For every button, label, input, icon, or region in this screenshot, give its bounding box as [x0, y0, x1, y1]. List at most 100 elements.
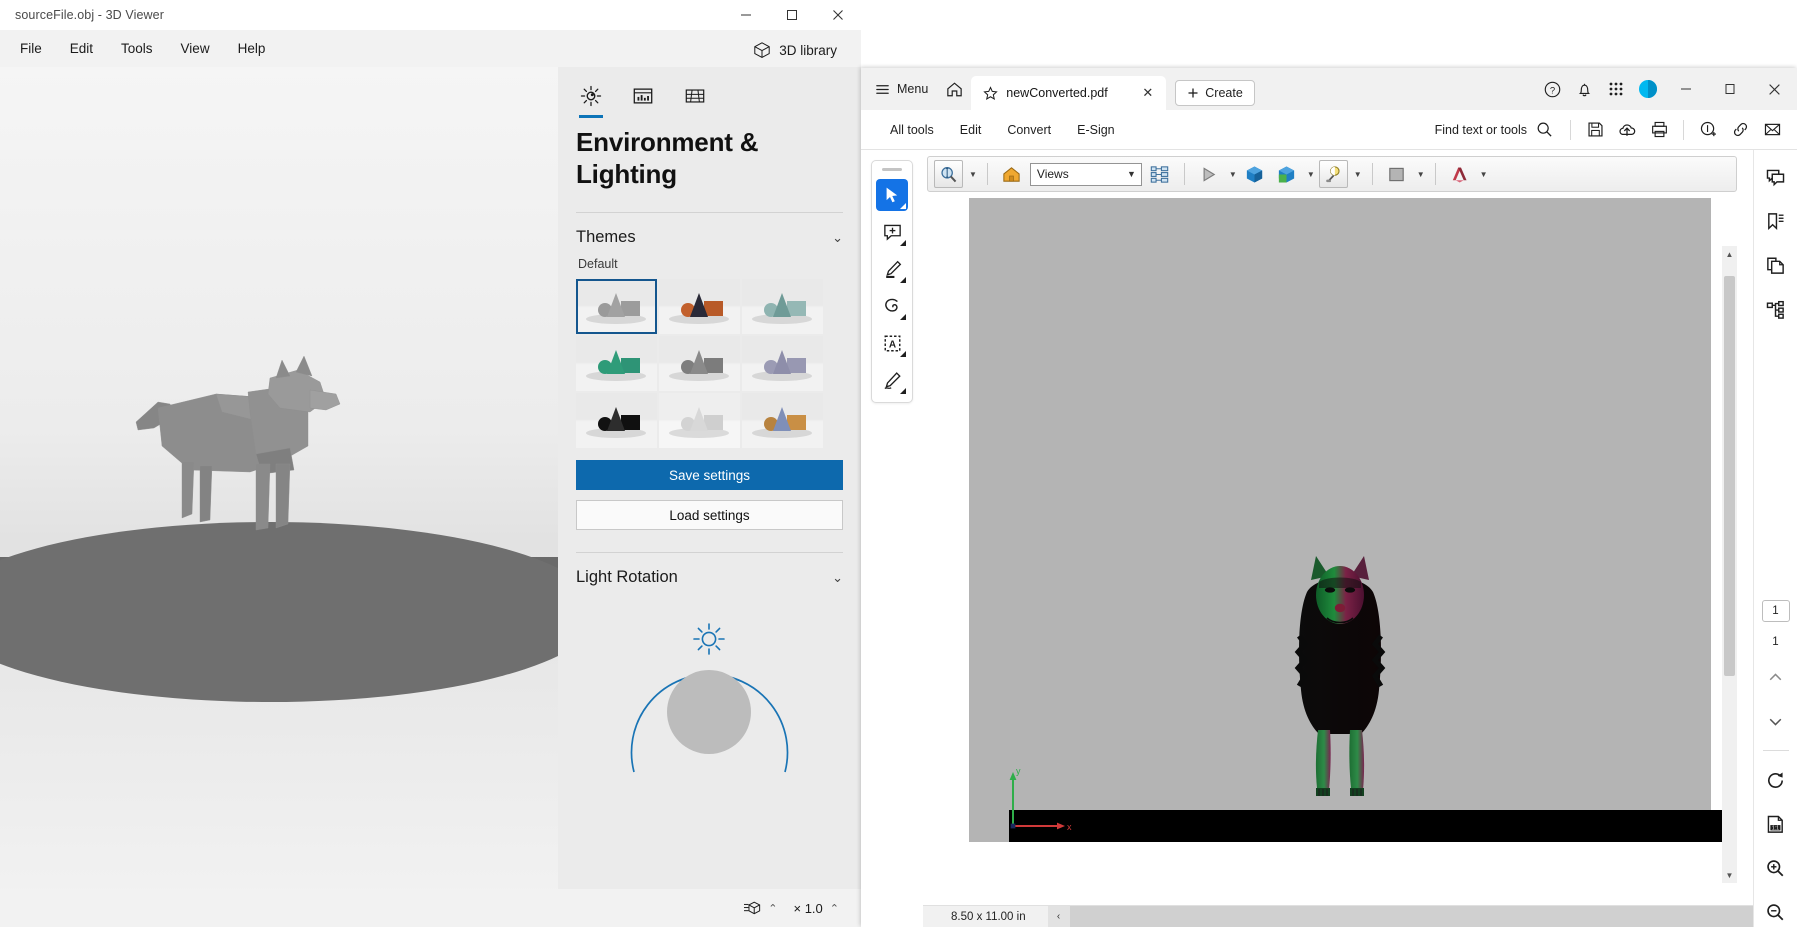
rotate-page-icon[interactable]	[1761, 765, 1791, 795]
upload-cloud-icon[interactable]	[1612, 115, 1642, 145]
share-link-icon[interactable]	[1725, 115, 1755, 145]
cross-section-caret[interactable]: ▼	[1307, 170, 1315, 179]
save-icon[interactable]	[1580, 115, 1610, 145]
document-tab[interactable]: newConverted.pdf ✕	[971, 76, 1167, 110]
home-button[interactable]	[938, 68, 971, 110]
background-color-button[interactable]	[1383, 160, 1411, 188]
render-mode-caret[interactable]: ▼	[1480, 170, 1488, 179]
theme-swatch-theme-green[interactable]	[576, 336, 657, 392]
model-detail-control[interactable]: ⌃	[737, 896, 783, 920]
theme-swatch-theme-lavender[interactable]	[742, 336, 823, 392]
svg-text:A: A	[888, 339, 895, 350]
minimize-button[interactable]	[723, 0, 769, 30]
menu-view[interactable]: View	[167, 36, 224, 62]
zoom-in-icon[interactable]	[1761, 853, 1791, 883]
select-tool[interactable]	[876, 179, 908, 211]
esign-button[interactable]: E-Sign	[1064, 118, 1128, 142]
theme-swatch-theme-gray-light[interactable]	[576, 279, 657, 335]
menu-file[interactable]: File	[6, 36, 56, 62]
theme-swatch-theme-gray-mid[interactable]	[659, 336, 740, 392]
text-edit-tool[interactable]: A	[876, 327, 908, 359]
maximize-button[interactable]	[769, 0, 815, 30]
add-stamp-icon[interactable]	[1693, 115, 1723, 145]
load-settings-button[interactable]: Load settings	[576, 500, 843, 531]
background-caret[interactable]: ▼	[1417, 170, 1425, 179]
email-icon[interactable]	[1757, 115, 1787, 145]
views-select[interactable]: Views ▼	[1029, 162, 1142, 186]
actual-size-icon[interactable]: 1:1	[1761, 809, 1791, 839]
light-rotation-dial[interactable]	[576, 607, 843, 777]
convert-button[interactable]: Convert	[994, 118, 1064, 142]
zoom-control[interactable]: × 1.0 ⌃	[788, 897, 846, 920]
layers-panel-icon[interactable]	[1761, 294, 1791, 324]
theme-swatch-theme-orange[interactable]	[659, 279, 740, 335]
all-tools-button[interactable]: All tools	[877, 118, 947, 142]
menu-help[interactable]: Help	[224, 36, 280, 62]
scroll-down-button[interactable]: ▼	[1722, 867, 1737, 883]
theme-swatch-theme-white[interactable]	[659, 393, 740, 449]
rotate-tool-caret[interactable]: ▼	[969, 170, 977, 179]
acrobat-minimize-button[interactable]	[1665, 68, 1707, 110]
close-tab-button[interactable]: ✕	[1137, 83, 1158, 103]
3d-viewport[interactable]	[0, 67, 558, 927]
menu-tools[interactable]: Tools	[107, 36, 167, 62]
acrobat-maximize-button[interactable]	[1709, 68, 1751, 110]
notification-bell-icon[interactable]	[1569, 74, 1599, 104]
draw-tool[interactable]	[876, 290, 908, 322]
pdf-scroll-thumb[interactable]	[1724, 276, 1735, 676]
highlight-tool[interactable]	[876, 253, 908, 285]
cross-section-button[interactable]	[1273, 160, 1301, 188]
save-settings-button[interactable]: Save settings	[576, 460, 843, 491]
rail-drag-handle[interactable]	[882, 168, 902, 171]
find-tools-button[interactable]: Find text or tools	[1427, 117, 1561, 142]
horizontal-scroll-track[interactable]	[1069, 905, 1753, 927]
play-caret[interactable]: ▼	[1229, 170, 1237, 179]
3d-library-button[interactable]: 3D library	[745, 36, 845, 64]
lighting-caret[interactable]: ▼	[1354, 170, 1362, 179]
pdf-page[interactable]: y x ▲ ▼	[927, 198, 1737, 905]
scroll-up-button[interactable]: ▲	[1722, 246, 1737, 262]
section-light-rotation-title: Light Rotation	[576, 568, 678, 587]
theme-swatch-theme-colorful[interactable]	[742, 393, 823, 449]
close-button[interactable]	[815, 0, 861, 30]
grid-icon	[684, 85, 706, 107]
menu-button[interactable]: Menu	[861, 68, 938, 110]
edit-button[interactable]: Edit	[947, 118, 995, 142]
pdf-3d-toolbar: ▼ Views ▼ ▼ ▼ ▼ ▼ ▼	[927, 156, 1737, 192]
pdf-vertical-scrollbar[interactable]: ▲ ▼	[1722, 246, 1737, 883]
lighting-button[interactable]	[1318, 160, 1348, 188]
rotate-3d-tool-button[interactable]	[934, 160, 963, 188]
embedded-3d-view[interactable]: y x	[969, 198, 1737, 842]
theme-swatch-theme-black[interactable]	[576, 393, 657, 449]
help-icon[interactable]: ?	[1537, 74, 1567, 104]
bookmarks-panel-icon[interactable]	[1761, 206, 1791, 236]
account-avatar[interactable]	[1633, 74, 1663, 104]
zoom-out-icon[interactable]	[1761, 897, 1791, 927]
print-icon[interactable]	[1644, 115, 1674, 145]
create-button[interactable]: Create	[1175, 80, 1255, 106]
prev-page-button[interactable]	[1761, 662, 1791, 692]
part-render-button[interactable]	[1241, 160, 1269, 188]
theme-swatch-theme-teal-pale[interactable]	[742, 279, 823, 335]
page-thumbnails-icon[interactable]	[1761, 250, 1791, 280]
play-animation-button[interactable]	[1195, 160, 1223, 188]
menu-edit[interactable]: Edit	[56, 36, 107, 62]
theme-grid	[576, 279, 843, 449]
sign-tool[interactable]	[876, 364, 908, 396]
home-view-button[interactable]	[998, 160, 1026, 188]
app-grid-icon[interactable]	[1601, 74, 1631, 104]
tab-statistics[interactable]	[628, 81, 658, 111]
comments-panel-icon[interactable]	[1761, 162, 1791, 192]
section-light-rotation-header[interactable]: Light Rotation ⌄	[576, 553, 843, 593]
page-number-input[interactable]: 1	[1761, 600, 1790, 622]
next-page-button[interactable]	[1761, 706, 1791, 736]
tab-grid[interactable]	[680, 81, 710, 111]
star-icon[interactable]	[983, 85, 998, 101]
render-mode-button[interactable]	[1446, 160, 1474, 188]
statusbar-collapse-button[interactable]: ‹	[1047, 905, 1070, 927]
model-tree-button[interactable]	[1146, 160, 1174, 188]
tab-environment-lighting[interactable]	[576, 81, 606, 118]
acrobat-close-button[interactable]	[1753, 68, 1795, 110]
section-themes-header[interactable]: Themes ⌄	[576, 213, 843, 253]
comment-tool[interactable]	[876, 216, 908, 248]
